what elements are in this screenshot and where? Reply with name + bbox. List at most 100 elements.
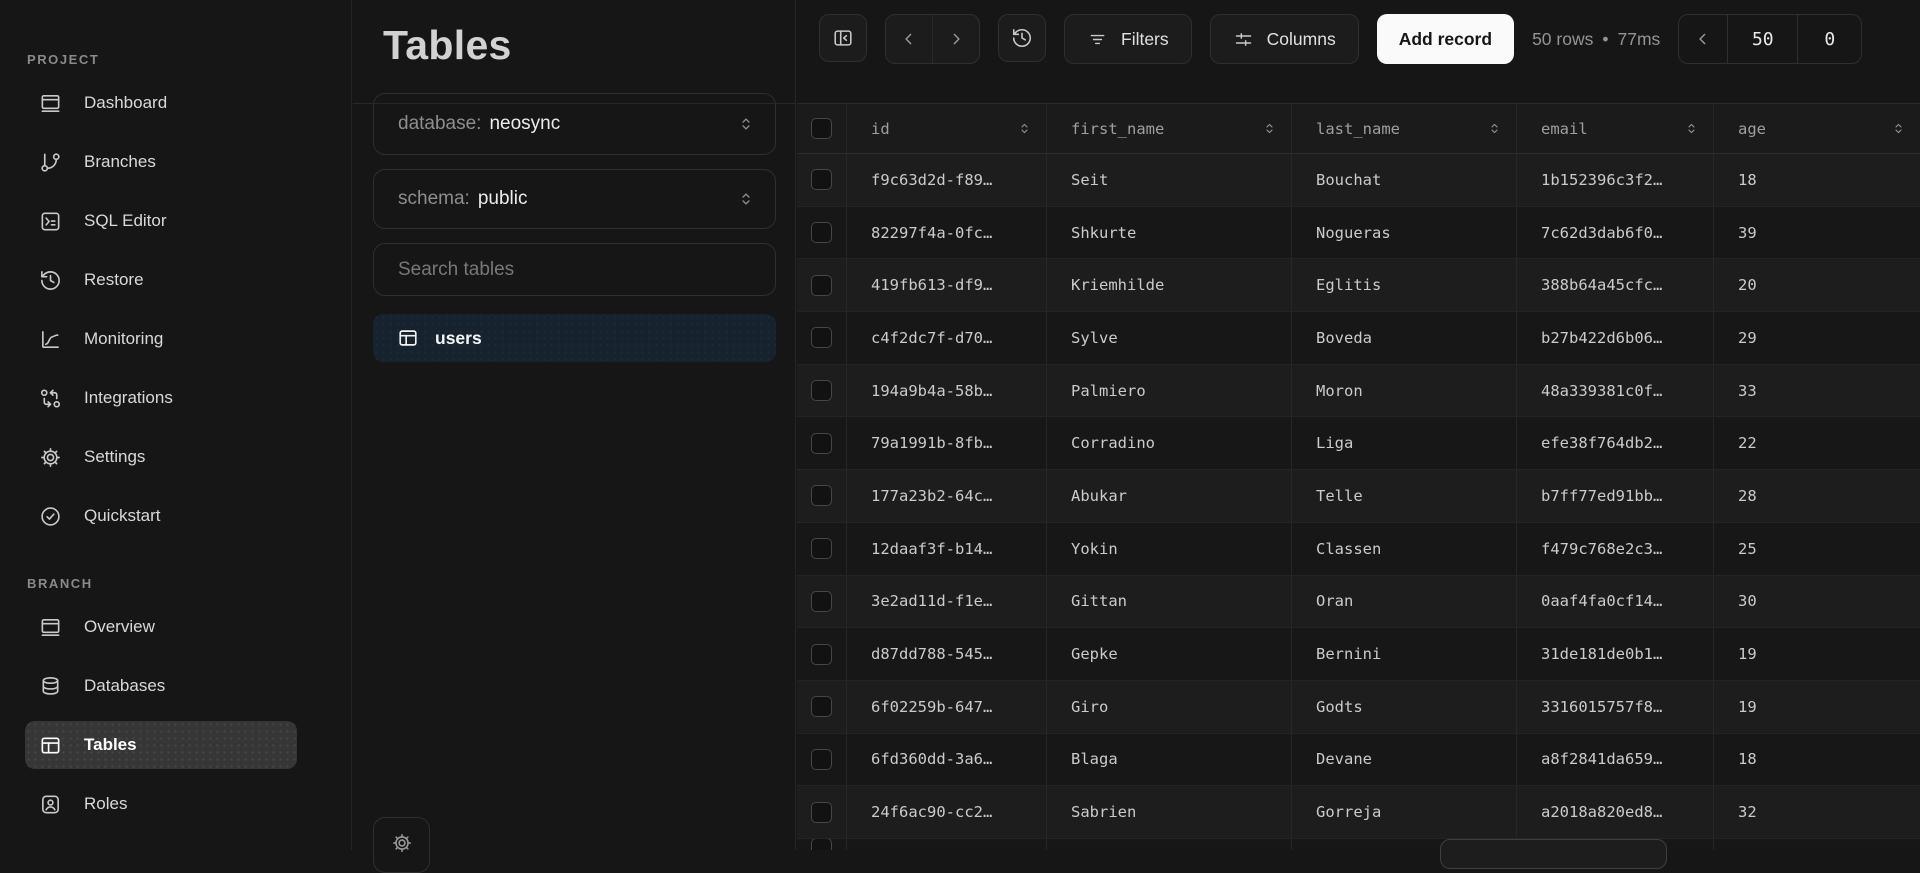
sort-icon[interactable] [1891,121,1906,136]
schema-select[interactable]: schema: public [373,169,776,229]
panel-divider [353,103,795,104]
sidebar-item-monitoring[interactable]: Monitoring [25,315,297,363]
sidebar-item-settings[interactable]: Settings [25,433,297,481]
select-all-checkbox[interactable] [811,118,832,139]
table-row[interactable]: 6f02259b-647… Giro Godts 3316015757f8… 1… [797,681,1920,734]
cell-id: 79a1991b-8fb… [847,417,1047,469]
cell-age: 33 [1714,365,1920,417]
git-branch-icon [38,150,62,174]
table-row[interactable]: 24f6ac90-cc2… Sabrien Gorreja a2018a820e… [797,786,1920,839]
toolbar: Filters Columns Add record 50 rows • 77m… [797,0,1920,103]
chevron-left-icon [899,29,919,49]
row-checkbox[interactable] [811,802,832,823]
cell-email: 31de181de0b1… [1517,628,1714,680]
sidebar-item-databases[interactable]: Databases [25,662,297,710]
sort-icon[interactable] [1017,121,1032,136]
search-tables-input[interactable] [398,259,751,281]
cell-email: 0aaf4fa0cf14… [1517,576,1714,628]
header-cell-id[interactable]: id [847,104,1047,153]
sort-icon[interactable] [1487,121,1502,136]
sidebar-item-integrations[interactable]: Integrations [25,374,297,422]
table-row[interactable]: 6fd360dd-3a6… Blaga Devane a8f2841da659…… [797,734,1920,787]
columns-button[interactable]: Columns [1210,14,1359,64]
cell-checkbox [797,576,847,628]
header-cell-email[interactable]: email [1517,104,1714,153]
row-count: 50 rows [1532,29,1593,50]
cell-checkbox [797,470,847,522]
cell-age: 32 [1714,786,1920,838]
cell-age: 18 [1714,734,1920,786]
sidebar-item-sql-editor[interactable]: SQL Editor [25,197,297,245]
query-history-button[interactable] [998,14,1046,62]
row-checkbox[interactable] [811,275,832,296]
header-cell-first-name[interactable]: first_name [1047,104,1292,153]
row-checkbox[interactable] [811,485,832,506]
page-offset-value[interactable]: 0 [1797,15,1861,63]
cell-last-name: Boveda [1292,312,1517,364]
sort-icon[interactable] [1684,121,1699,136]
row-checkbox[interactable] [811,222,832,243]
cell-email: a8f2841da659… [1517,734,1714,786]
cell-last-name: Eglitis [1292,259,1517,311]
chevron-right-icon [946,29,966,49]
row-checkbox[interactable] [811,380,832,401]
row-checkbox[interactable] [811,169,832,190]
cell-id: 82297f4a-0fc… [847,207,1047,259]
sidebar-item-restore[interactable]: Restore [25,256,297,304]
table-row[interactable]: c4f2dc7f-d70… Sylve Boveda b27b422d6b06…… [797,312,1920,365]
column-label: age [1714,120,1766,138]
cell-id: 12daaf3f-b14… [847,523,1047,575]
table-row[interactable]: 194a9b4a-58b… Palmiero Moron 48a339381c0… [797,365,1920,418]
cell-id: 194a9b4a-58b… [847,365,1047,417]
cell-checkbox [797,365,847,417]
sidebar-item-branches[interactable]: Branches [25,138,297,186]
sidebar-item-roles[interactable]: Roles [25,780,297,828]
cell-first-name: Seit [1047,154,1292,206]
add-record-button[interactable]: Add record [1377,14,1514,64]
sort-icon[interactable] [1262,121,1277,136]
sliders-icon [1233,29,1254,50]
row-checkbox[interactable] [811,538,832,559]
sidebar-item-label: Settings [84,447,145,467]
back-button[interactable] [886,15,932,63]
row-checkbox[interactable] [811,433,832,454]
sidebar-item-tables[interactable]: Tables [25,721,297,769]
table-row[interactable]: d87dd788-545… Gepke Bernini 31de181de0b1… [797,628,1920,681]
cell-age: 25 [1714,523,1920,575]
table-row[interactable]: 3e2ad11d-f1e… Gittan Oran 0aaf4fa0cf14… … [797,576,1920,629]
horizontal-scrollbar-thumb[interactable] [1440,839,1667,869]
row-checkbox[interactable] [811,749,832,770]
sidebar-item-quickstart[interactable]: Quickstart [25,492,297,540]
table-list-item-users[interactable]: users [373,314,776,362]
forward-button[interactable] [932,15,979,63]
row-checkbox[interactable] [811,839,832,850]
collapse-panel-button[interactable] [819,14,867,62]
cell-email: 388b64a45cfc… [1517,259,1714,311]
header-cell-age[interactable]: age [1714,104,1920,153]
row-checkbox[interactable] [811,644,832,665]
sidebar-item-dashboard[interactable]: Dashboard [25,79,297,127]
table-row[interactable]: f9c63d2d-f89… Seit Bouchat 1b152396c3f2…… [797,154,1920,207]
table-row[interactable]: 177a23b2-64c… Abukar Telle b7ff77ed91bb…… [797,470,1920,523]
page-size-value[interactable]: 50 [1727,15,1797,63]
column-label: first_name [1047,120,1164,138]
header-cell-last-name[interactable]: last_name [1292,104,1517,153]
row-checkbox[interactable] [811,327,832,348]
cell-checkbox [797,734,847,786]
cell-checkbox [797,628,847,680]
table-row[interactable]: 12daaf3f-b14… Yokin Classen f479c768e2c3… [797,523,1920,576]
page-prev-button[interactable] [1679,15,1727,63]
cell-email: 7c62d3dab6f0… [1517,207,1714,259]
table-row[interactable]: 82297f4a-0fc… Shkurte Nogueras 7c62d3dab… [797,207,1920,260]
table-settings-button[interactable] [373,817,430,873]
filters-button[interactable]: Filters [1064,14,1192,64]
row-checkbox[interactable] [811,591,832,612]
row-checkbox[interactable] [811,696,832,717]
cell-email: 48a339381c0f… [1517,365,1714,417]
sidebar-item-overview[interactable]: Overview [25,603,297,651]
table-row[interactable]: 79a1991b-8fb… Corradino Liga efe38f764db… [797,417,1920,470]
page-title: Tables [383,22,795,69]
table-row[interactable]: 419fb613-df9… Kriemhilde Eglitis 388b64a… [797,259,1920,312]
filters-button-label: Filters [1121,29,1169,50]
sidebar-item-label: Databases [84,676,165,696]
